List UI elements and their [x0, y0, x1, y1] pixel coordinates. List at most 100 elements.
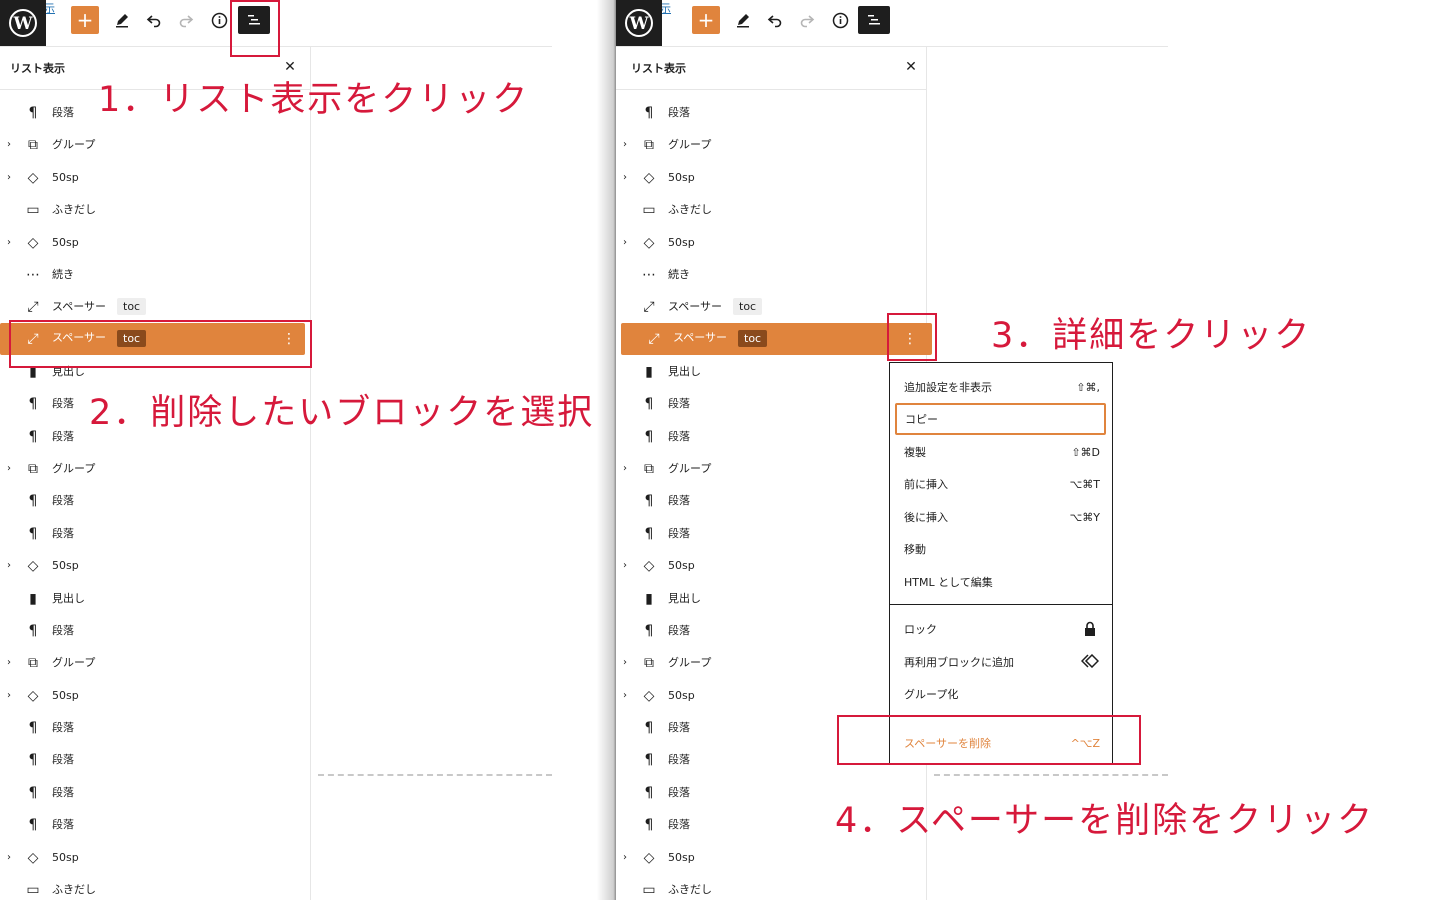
highlight-delete-item: [837, 715, 1141, 765]
list-item[interactable]: ¶ 段落: [0, 520, 310, 548]
list-item[interactable]: › ◇ 50sp: [616, 164, 926, 192]
menu-item-duplicate[interactable]: 複製 ⇧⌘D: [890, 438, 1112, 466]
list-item[interactable]: ¶ 段落: [0, 714, 310, 742]
redo-button[interactable]: [794, 6, 820, 34]
list-item-label: 見出し: [668, 592, 701, 605]
edit-tools-button[interactable]: [730, 6, 756, 34]
chevron-right-icon[interactable]: ›: [623, 139, 633, 151]
list-item-label: 50sp: [52, 851, 79, 864]
menu-item-edit-as-html[interactable]: HTML として編集: [890, 568, 1112, 596]
menu-item-label: 移動: [904, 543, 926, 556]
list-item[interactable]: › ⧉ グループ: [0, 649, 310, 677]
chevron-right-icon[interactable]: ›: [623, 463, 633, 475]
chevron-right-icon[interactable]: ›: [623, 237, 633, 249]
wordpress-logo-icon[interactable]: W: [616, 0, 662, 46]
list-item-label: 50sp: [668, 851, 695, 864]
list-item[interactable]: › ⧉ グループ: [0, 455, 310, 483]
list-item[interactable]: ⤢ スペーサー toc: [616, 293, 926, 321]
menu-item-add-reusable[interactable]: 再利用ブロックに追加: [890, 648, 1112, 676]
chevron-right-icon[interactable]: ›: [7, 560, 17, 572]
chevron-right-icon[interactable]: ›: [7, 463, 17, 475]
close-icon[interactable]: ✕: [903, 59, 919, 75]
list-item[interactable]: › ◇ 50sp: [616, 552, 926, 580]
list-item[interactable]: › ◇ 50sp: [0, 552, 310, 580]
list-item[interactable]: ¶ 段落: [0, 779, 310, 807]
chevron-right-icon[interactable]: ›: [7, 139, 17, 151]
list-item[interactable]: › ◇ 50sp: [0, 682, 310, 710]
list-item[interactable]: ¶ 段落: [616, 617, 926, 645]
list-view-button[interactable]: [858, 6, 890, 34]
wordpress-logo-icon[interactable]: W: [0, 0, 46, 46]
list-item[interactable]: › ◇ 50sp: [616, 844, 926, 872]
chevron-right-icon[interactable]: ›: [7, 172, 17, 184]
list-item[interactable]: ¶ 段落: [0, 487, 310, 515]
list-view-header: リスト表示 ✕: [616, 47, 926, 90]
list-view-panel: リスト表示 ✕ ¶ 段落 › ⧉ グループ › ◇ 50sp ▭ ふきだし › ◇ 50sp ⋯ 続き ⤢ スペ…: [616, 47, 932, 900]
menu-item-hide-settings[interactable]: 追加設定を非表示 ⇧⌘,: [890, 373, 1112, 401]
list-item[interactable]: ▭ ふきだし: [616, 196, 926, 224]
list-item-label: 段落: [668, 786, 690, 799]
list-item[interactable]: ⋯ 続き: [616, 261, 926, 289]
list-item-label: 50sp: [668, 171, 695, 184]
list-item[interactable]: › ◇ 50sp: [0, 844, 310, 872]
list-item-label: 見出し: [668, 365, 701, 378]
list-item-label: スペーサー: [673, 331, 728, 344]
list-item[interactable]: ▮ 見出し: [616, 585, 926, 613]
add-block-button[interactable]: +: [692, 6, 720, 34]
chevron-right-icon[interactable]: ›: [7, 657, 17, 669]
chevron-right-icon[interactable]: ›: [623, 852, 633, 864]
undo-button[interactable]: [141, 6, 167, 34]
details-button[interactable]: [827, 6, 853, 34]
menu-item-group[interactable]: グループ化: [890, 680, 1112, 708]
list-item-selected[interactable]: ⤢ スペーサー toc ⋮: [621, 323, 932, 355]
chevron-right-icon[interactable]: ›: [7, 237, 17, 249]
list-item[interactable]: › ⧉ グループ: [0, 131, 310, 159]
block-type-icon: ▭: [26, 202, 40, 218]
menu-item-lock[interactable]: ロック: [890, 615, 1112, 643]
menu-item-shortcut: ⌥⌘T: [1069, 478, 1100, 491]
list-item[interactable]: › ◇ 50sp: [616, 682, 926, 710]
redo-button[interactable]: [173, 6, 199, 34]
list-item[interactable]: ¶ 段落: [616, 423, 926, 451]
list-item[interactable]: › ⧉ グループ: [616, 649, 926, 677]
list-item[interactable]: ¶ 段落: [616, 390, 926, 418]
list-item[interactable]: ⤢ スペーサー toc: [0, 293, 310, 321]
undo-button[interactable]: [762, 6, 788, 34]
menu-item-shortcut: ⇧⌘D: [1071, 446, 1100, 459]
list-item[interactable]: › ◇ 50sp: [0, 164, 310, 192]
list-item[interactable]: ¶ 段落: [0, 617, 310, 645]
menu-item-insert-before[interactable]: 前に挿入 ⌥⌘T: [890, 470, 1112, 498]
menu-item-copy[interactable]: コピー: [895, 403, 1106, 435]
list-item[interactable]: ▮ 見出し: [0, 585, 310, 613]
list-item-label: グループ: [52, 138, 96, 151]
list-item[interactable]: ⋯ 続き: [0, 261, 310, 289]
details-button[interactable]: [206, 6, 232, 34]
list-item[interactable]: › ⧉ グループ: [616, 131, 926, 159]
close-icon[interactable]: ✕: [282, 59, 298, 75]
list-item[interactable]: ¶ 段落: [616, 99, 926, 127]
menu-item-insert-after[interactable]: 後に挿入 ⌥⌘Y: [890, 503, 1112, 531]
list-item[interactable]: ▭ ふきだし: [0, 196, 310, 224]
chevron-right-icon[interactable]: ›: [623, 657, 633, 669]
list-item[interactable]: ▮ 見出し: [616, 358, 926, 386]
edit-tools-button[interactable]: [109, 6, 135, 34]
menu-item-move[interactable]: 移動: [890, 535, 1112, 563]
chevron-right-icon[interactable]: ›: [623, 560, 633, 572]
chevron-right-icon[interactable]: ›: [623, 690, 633, 702]
list-item[interactable]: ▭ ふきだし: [0, 876, 310, 900]
chevron-right-icon[interactable]: ›: [7, 852, 17, 864]
list-item[interactable]: › ◇ 50sp: [0, 229, 310, 257]
list-item[interactable]: › ⧉ グループ: [616, 455, 926, 483]
chevron-right-icon[interactable]: ›: [623, 172, 633, 184]
chevron-right-icon[interactable]: ›: [7, 690, 17, 702]
list-item[interactable]: ¶ 段落: [0, 746, 310, 774]
list-item[interactable]: ▭ ふきだし: [616, 876, 926, 900]
list-item-label: 段落: [668, 753, 690, 766]
list-item[interactable]: › ◇ 50sp: [616, 229, 926, 257]
add-block-button[interactable]: +: [71, 6, 99, 34]
list-item[interactable]: ¶ 段落: [616, 487, 926, 515]
list-item[interactable]: ¶ 段落: [616, 520, 926, 548]
list-item-label: 段落: [52, 106, 74, 119]
list-item[interactable]: ¶ 段落: [0, 811, 310, 839]
lock-icon: [1085, 621, 1095, 636]
